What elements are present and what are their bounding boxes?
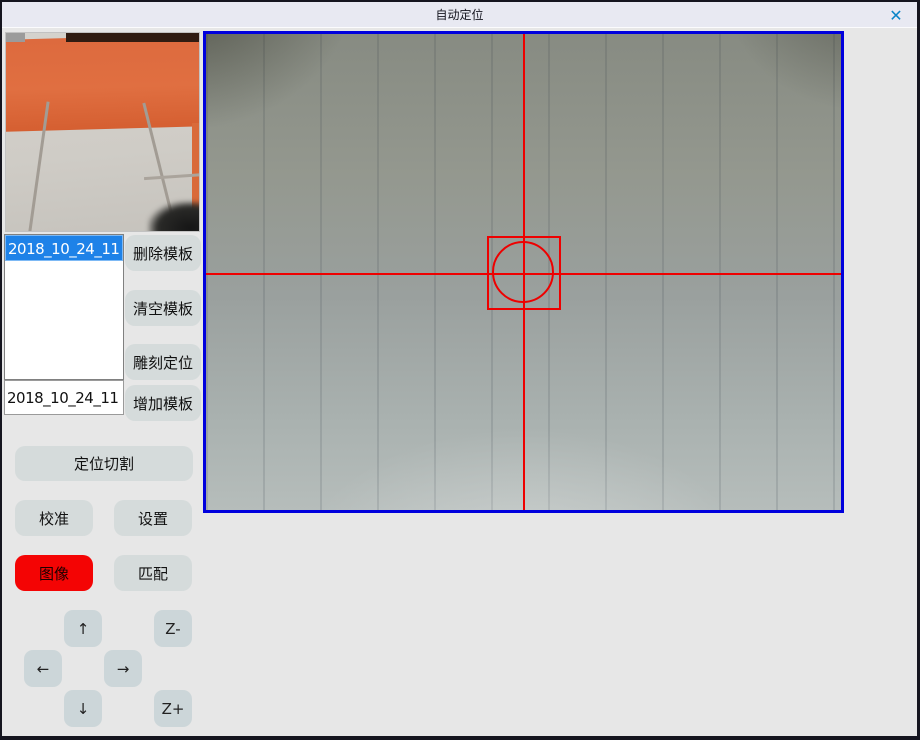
preview-orange-edge: [192, 123, 199, 211]
match-button[interactable]: 匹配: [114, 555, 192, 591]
position-cut-button[interactable]: 定位切割: [15, 446, 193, 481]
template-preview-image: [5, 32, 200, 232]
jog-z-plus-button[interactable]: Z+: [154, 690, 192, 727]
camera-view[interactable]: [203, 31, 844, 513]
jog-z-minus-button[interactable]: Z-: [154, 610, 192, 647]
jog-up-button[interactable]: ↑: [64, 610, 102, 647]
titlebar: 自动定位 ✕: [2, 2, 917, 28]
preview-dark-strip: [66, 33, 199, 42]
template-list-item[interactable]: 2018_10_24_11: [5, 235, 123, 261]
calibrate-button[interactable]: 校准: [15, 500, 93, 536]
close-icon[interactable]: ✕: [885, 5, 907, 25]
settings-button[interactable]: 设置: [114, 500, 192, 536]
dialog-title: 自动定位: [435, 6, 483, 23]
camera-live-image: [206, 34, 841, 510]
auto-position-dialog: 自动定位 ✕ 2018_10_24_11 删除模板 清空模板 雕刻定位 增加模板…: [0, 0, 920, 740]
preview-dark-object: [148, 201, 200, 232]
jog-left-button[interactable]: ←: [24, 650, 62, 687]
engrave-position-button[interactable]: 雕刻定位: [125, 344, 201, 380]
jog-down-button[interactable]: ↓: [64, 690, 102, 727]
delete-template-button[interactable]: 删除模板: [125, 235, 201, 271]
clear-templates-button[interactable]: 清空模板: [125, 290, 201, 326]
preview-gray-corner: [6, 33, 25, 42]
preview-orange-beam: [5, 34, 200, 132]
template-name-input[interactable]: [4, 380, 124, 415]
image-button[interactable]: 图像: [15, 555, 93, 591]
target-circle-overlay: [492, 241, 554, 303]
jog-right-button[interactable]: →: [104, 650, 142, 687]
add-template-button[interactable]: 增加模板: [125, 385, 201, 421]
dialog-content: 2018_10_24_11 删除模板 清空模板 雕刻定位 增加模板 定位切割 校…: [4, 31, 917, 736]
template-list[interactable]: 2018_10_24_11: [4, 234, 124, 380]
